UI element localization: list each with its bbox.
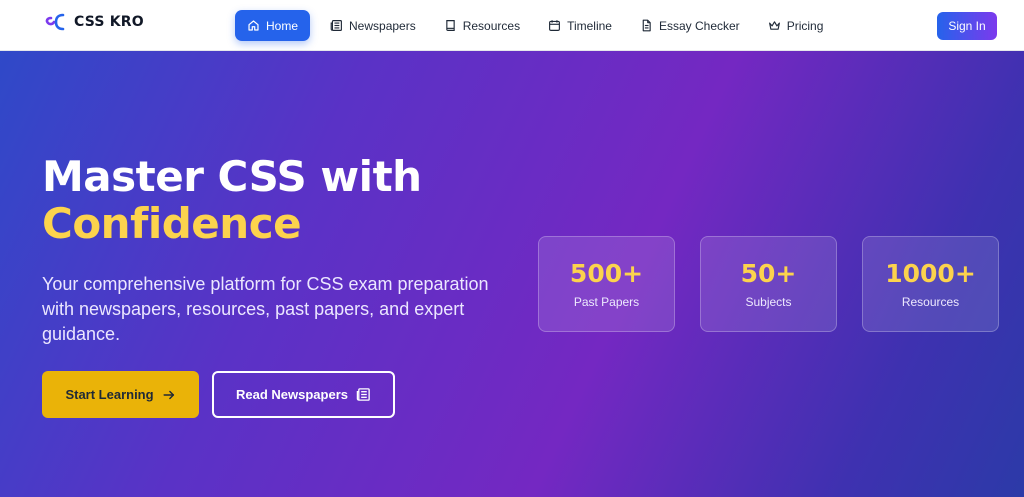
stat-value: 500+ [569,259,644,288]
home-icon [248,20,259,31]
hero-title: Master CSS with Confidence [42,153,422,247]
main-nav: Home Newspapers Resources Timeline Essay… [235,10,839,41]
hero-title-accent: Confidence [42,199,302,248]
calendar-icon [549,20,561,31]
nav-item-resources[interactable]: Resources [432,10,532,41]
stat-label: Subjects [745,295,792,309]
start-learning-label: Start Learning [65,387,154,402]
nav-item-timeline[interactable]: Timeline [536,10,624,41]
book-icon [445,20,455,31]
hero-section: Master CSS with Confidence Your comprehe… [0,51,1024,497]
newspaper-icon [330,20,342,31]
nav-item-home[interactable]: Home [235,10,311,41]
read-newspapers-button[interactable]: Read Newspapers [212,371,395,418]
nav-item-essay-checker[interactable]: Essay Checker [628,10,752,41]
arrow-right-icon [163,390,174,399]
crown-icon [768,21,780,30]
brand-name: CSS KRO [74,14,144,30]
nav-item-pricing[interactable]: Pricing [756,10,836,41]
brand-mark-icon [45,13,65,31]
brand-logo[interactable]: CSS KRO [44,13,144,31]
top-navbar: CSS KRO Home Newspapers Resources Timeli… [0,0,1024,51]
hero-title-line: Master CSS with [42,152,422,201]
nav-item-newspapers[interactable]: Newspapers [318,10,428,41]
start-learning-button[interactable]: Start Learning [42,371,199,418]
nav-item-label: Timeline [567,18,612,33]
nav-item-label: Essay Checker [658,18,740,33]
nav-item-label: Pricing [786,18,824,33]
stats-panel: 500+ Past Papers 50+ Subjects 1000+ Reso… [538,236,999,332]
stat-label: Past Papers [573,295,640,309]
hero-subtitle: Your comprehensive platform for CSS exam… [42,274,489,344]
nav-item-label: Home [266,18,299,33]
stat-card-subjects: 50+ Subjects [700,236,837,332]
stat-card-resources: 1000+ Resources [862,236,999,332]
document-icon [642,19,651,32]
nav-item-label: Resources [462,18,521,33]
stat-value: 1000+ [885,259,976,288]
stat-label: Resources [901,295,960,309]
newspaper-icon [356,388,370,401]
nav-item-label: Newspapers [349,18,416,33]
sign-in-button[interactable]: Sign In [937,12,997,40]
stat-card-past-papers: 500+ Past Papers [538,236,675,332]
read-newspapers-label: Read Newspapers [236,387,348,402]
stat-value: 50+ [740,259,797,288]
